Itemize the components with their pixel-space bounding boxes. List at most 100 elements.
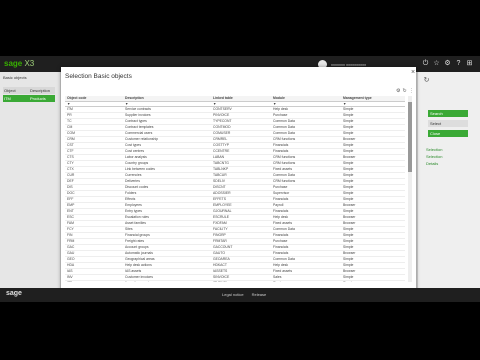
table-cell: INV — [67, 275, 73, 279]
table-cell: FINGRP — [213, 233, 226, 237]
table-cell: IASSETS — [213, 269, 228, 273]
scrollbar-thumb[interactable] — [408, 102, 412, 172]
table-cell: Browser — [343, 251, 356, 255]
table-cell: FXDFAM — [213, 221, 227, 225]
table-cell: CTX — [67, 167, 74, 171]
left-list-selected-row[interactable]: ITM Products — [3, 95, 55, 102]
table-cell: DEF — [67, 179, 74, 183]
table-cell: EMP — [67, 203, 75, 207]
table-cell: Simple — [343, 191, 354, 195]
filter-icon[interactable]: ▼ — [211, 102, 271, 106]
table-cell: Simple — [343, 197, 354, 201]
table-cell: CCENTRE — [213, 149, 230, 153]
table-cell: Geographical areas — [125, 257, 155, 261]
table-cell: Simple — [343, 263, 354, 267]
table-cell: ADOSSIER — [213, 191, 231, 195]
table-cell: CRM functions — [273, 179, 296, 183]
settings-icon[interactable]: ⚙ — [443, 59, 452, 68]
selection-dialog: Selection Basic objects × ⚙ ↻ ⋮ Object c… — [61, 67, 416, 294]
table-cell: GACCOUNT — [213, 245, 233, 249]
table-cell: FRMTAR — [213, 239, 227, 243]
filter-icon[interactable]: ▼ — [123, 102, 211, 106]
col-object-code[interactable]: Object code — [65, 96, 123, 101]
table-cell: CUR — [67, 173, 75, 177]
close-icon[interactable]: × — [411, 69, 415, 76]
footer-logo: sage — [6, 290, 22, 297]
table-cell: Commercial users — [125, 131, 153, 135]
user-name: xxxxxxx xxxxxxxxxx — [331, 61, 367, 67]
table-cell: Simple — [343, 143, 354, 147]
table-cell: Escalation rules — [125, 215, 149, 219]
col-management-type[interactable]: Management type — [341, 96, 405, 101]
table-cell: Simple — [343, 257, 354, 261]
table-cell: GAC — [67, 245, 75, 249]
table-cell: Simple — [341, 281, 405, 282]
table-refresh-icon[interactable]: ↻ — [402, 88, 406, 94]
table-cell: Financials — [273, 251, 289, 255]
help-icon[interactable]: ? — [454, 59, 463, 68]
table-row[interactable]: ITFItem-site recordsITMFACILStockSimple — [65, 281, 405, 282]
table-cell: Contract templates — [125, 125, 154, 129]
table-settings-icon[interactable]: ⚙ — [396, 88, 400, 94]
table-cell: TABCUR — [213, 173, 227, 177]
table-cell: Purchase — [273, 239, 288, 243]
table-cell: Financial groups — [125, 233, 150, 237]
table-cell: Financials — [273, 209, 289, 213]
table-cell: ITF — [65, 281, 123, 282]
table-cell: Simple — [343, 245, 354, 249]
table-cell: Common Data — [273, 119, 295, 123]
table-cell: Simple — [343, 107, 354, 111]
table-cell: CTS — [67, 155, 74, 159]
col-module[interactable]: Module — [271, 96, 341, 101]
table-cell: GEOAREA — [213, 257, 230, 261]
release-link[interactable]: Release — [252, 292, 267, 297]
legal-notice-link[interactable]: Legal notice — [222, 292, 244, 297]
table-cell: FCY — [67, 227, 74, 231]
favorites-icon[interactable]: ☆ — [432, 59, 441, 68]
table-cell: EFFETS — [213, 197, 226, 201]
table-cell: CRM functions — [273, 161, 296, 165]
table-cell: Currencies — [125, 173, 142, 177]
power-icon[interactable]: ⏻ — [421, 59, 430, 68]
table-cell: Fixed assets — [273, 269, 293, 273]
table-cell: COM — [67, 131, 75, 135]
table-cell: DOC — [67, 191, 75, 195]
table-cell: Simple — [343, 239, 354, 243]
table-cell: TABLNKP — [213, 167, 229, 171]
filter-icon[interactable]: ▼ — [271, 102, 341, 106]
menu-icon[interactable]: ⊞ — [465, 59, 474, 68]
table-cell: SINVOICE — [213, 275, 230, 279]
refresh-icon[interactable]: ↻ — [422, 76, 431, 85]
table-cell: Simple — [343, 179, 354, 183]
table-cell: Common Data — [273, 257, 295, 261]
right-link-1[interactable]: Selection — [426, 147, 442, 152]
left-selected-description: Products — [30, 96, 46, 101]
table-cell: FRM — [67, 239, 75, 243]
table-cell: HDKACT — [213, 263, 227, 267]
table-more-icon[interactable]: ⋮ — [409, 88, 414, 94]
filter-icon[interactable]: ▼ — [341, 102, 405, 106]
filter-icon[interactable]: ▼ — [65, 102, 123, 106]
close-button[interactable]: Close — [428, 130, 468, 137]
table-cell: Simple — [343, 131, 354, 135]
table-cell: Account groups — [125, 245, 149, 249]
table-cell: Simple — [343, 275, 354, 279]
select-button[interactable]: Select — [428, 120, 468, 127]
search-button[interactable]: Search — [428, 110, 468, 117]
table-cell: CRM — [67, 137, 75, 141]
right-link-3[interactable]: Details — [426, 161, 438, 166]
table-scrollbar[interactable] — [408, 96, 412, 282]
col-linked-table[interactable]: Linked table — [211, 96, 271, 101]
left-selected-code: ITM — [4, 96, 11, 101]
table-cell: PINVOICE — [213, 113, 230, 117]
table-cell: Financials — [273, 233, 289, 237]
table-cell: Simple — [343, 227, 354, 231]
table-cell: CRMREL — [213, 137, 228, 141]
table-cell: ITM — [67, 107, 73, 111]
table-cell: Effects — [125, 197, 136, 201]
right-link-2[interactable]: Selection — [426, 154, 442, 159]
col-description[interactable]: Description — [123, 96, 211, 101]
table-cell: CST — [67, 143, 74, 147]
app-logo: sage X3 — [4, 59, 35, 68]
table-cell: EFF — [67, 197, 74, 201]
